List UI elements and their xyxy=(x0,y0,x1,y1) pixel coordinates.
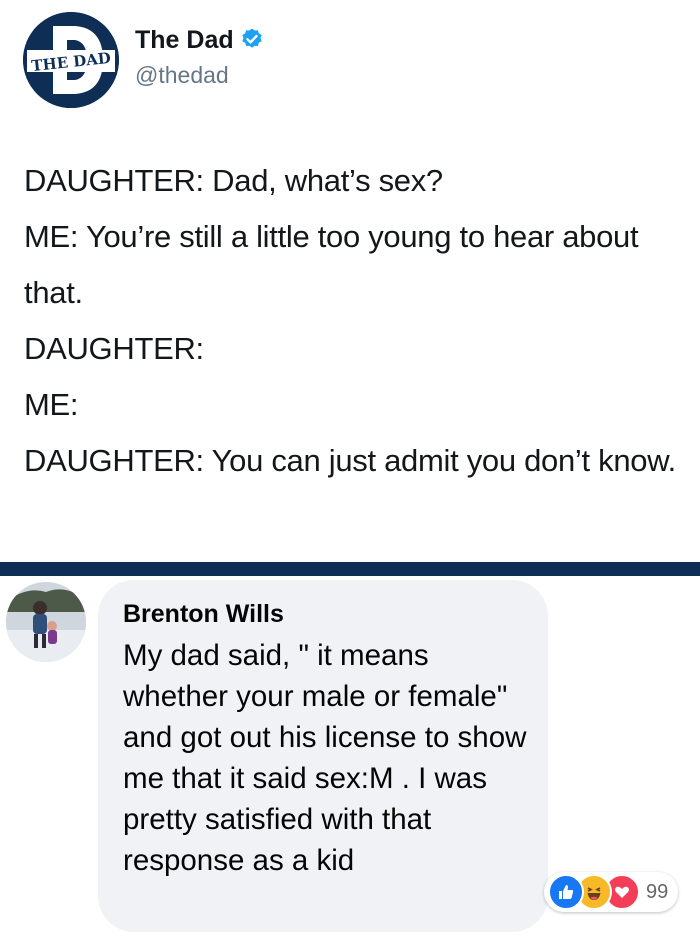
tweet-line: ME: xyxy=(24,387,79,422)
commenter-name[interactable]: Brenton Wills xyxy=(123,600,284,629)
tweet-line: DAUGHTER: You can just admit you don’t k… xyxy=(24,443,676,478)
facebook-comment: Brenton Wills My dad said, " it means wh… xyxy=(0,576,700,938)
reactions-summary[interactable]: 99 xyxy=(544,872,679,912)
verified-badge-icon xyxy=(240,27,264,58)
section-divider xyxy=(0,562,700,576)
comment-text: My dad said, " it means whether your mal… xyxy=(123,639,527,877)
author-handle[interactable]: @thedad xyxy=(135,62,229,89)
the-dad-avatar[interactable]: THE DAD xyxy=(23,12,119,108)
like-icon xyxy=(548,874,584,910)
commenter-avatar[interactable] xyxy=(6,582,86,662)
the-dad-logo-icon: THE DAD xyxy=(23,12,119,108)
tweet-line: DAUGHTER: xyxy=(24,331,204,366)
tweet-card: THE DAD The Dad @thedad DAUGHTER: Dad, w… xyxy=(0,0,700,562)
author-name[interactable]: The Dad xyxy=(135,26,264,58)
tweet-line: ME: You’re still a little too young to h… xyxy=(24,219,639,310)
author-display-name[interactable]: The Dad xyxy=(135,26,234,54)
comment-bubble: Brenton Wills My dad said, " it means wh… xyxy=(98,580,548,932)
tweet-line: DAUGHTER: Dad, what’s sex? xyxy=(24,163,443,198)
commenter-photo-icon xyxy=(6,582,86,662)
tweet-text: DAUGHTER: Dad, what’s sex? ME: You’re st… xyxy=(24,153,684,489)
reaction-count: 99 xyxy=(646,880,669,903)
